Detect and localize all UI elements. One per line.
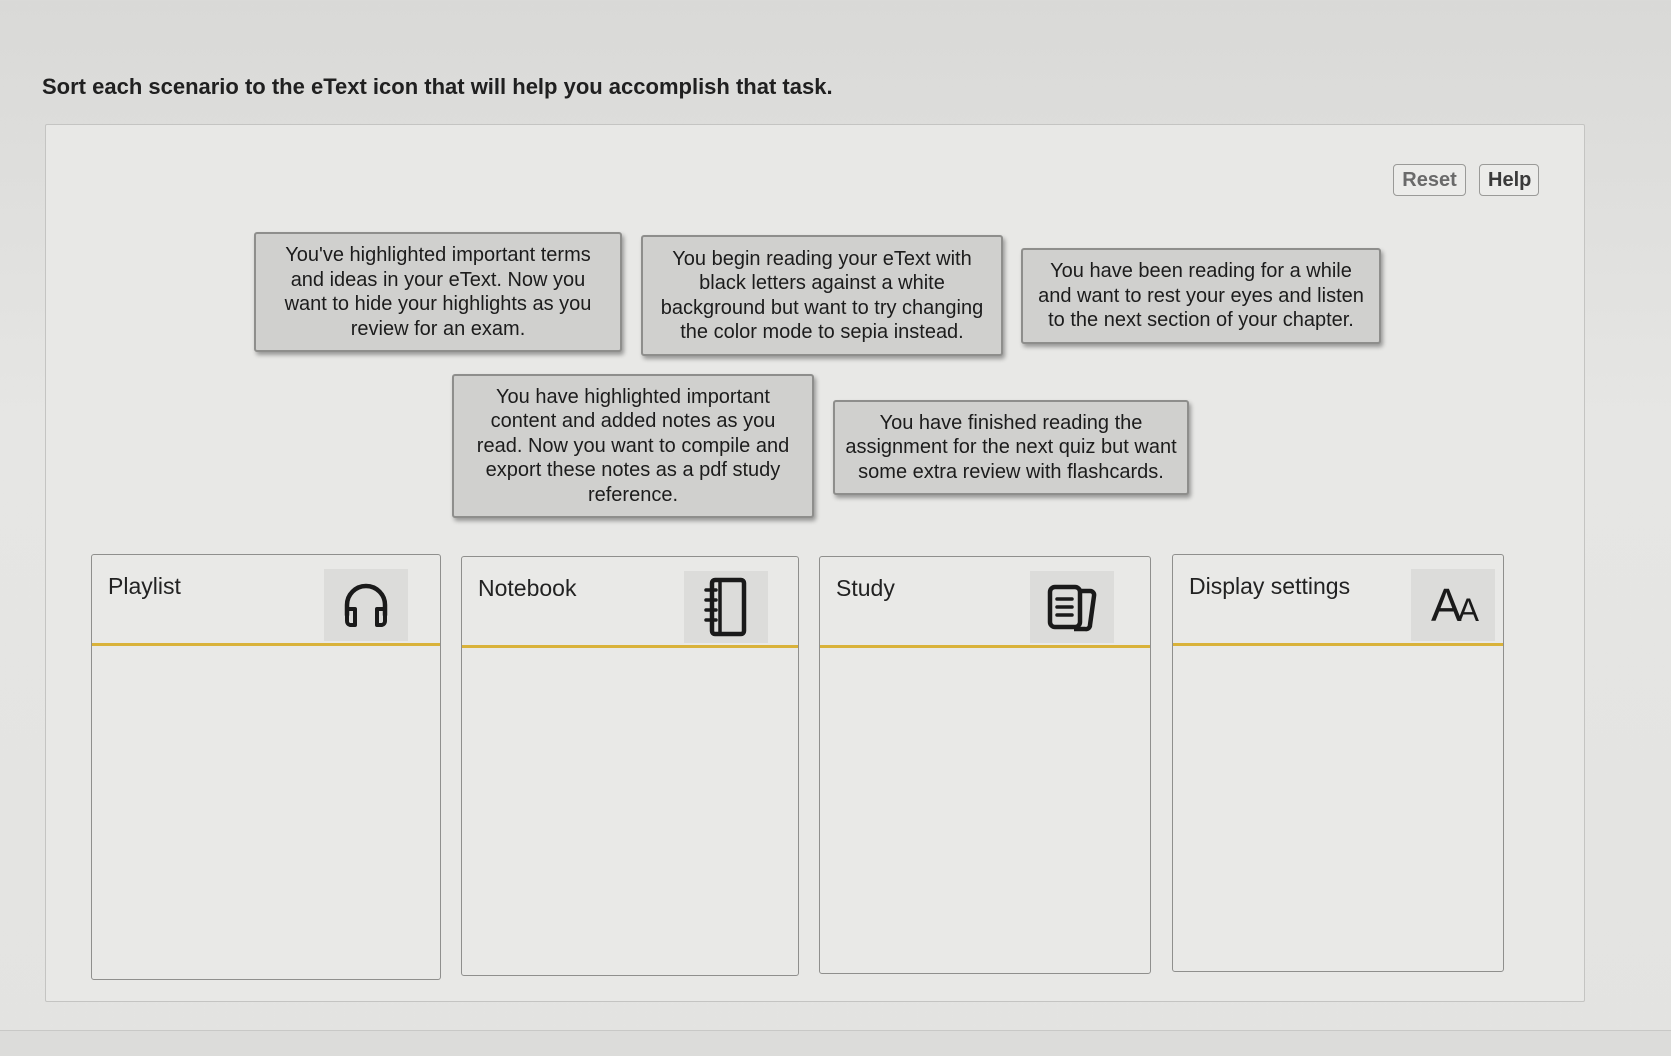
bin-study[interactable]: Study — [819, 556, 1151, 974]
scenario-card-listen[interactable]: You have been reading for a while and wa… — [1021, 248, 1381, 344]
bin-display-settings[interactable]: Display settings AA — [1172, 554, 1504, 972]
scenario-card-hide-highlights[interactable]: You've highlighted important terms and i… — [254, 232, 622, 352]
card-line: to the next section of your chapter. — [1048, 309, 1354, 332]
card-line: the color mode to sepia instead. — [680, 321, 964, 343]
card-line: You have highlighted important — [496, 385, 770, 408]
bin-label-study: Study — [836, 575, 895, 601]
card-line: read. Now you want to compile and — [476, 434, 790, 457]
instruction-text: Sort each scenario to the eText icon tha… — [42, 74, 833, 99]
card-line: You begin reading your eText with — [672, 247, 972, 270]
scenario-card-sepia-mode[interactable]: You begin reading your eText with black … — [641, 235, 1003, 356]
headphones-icon — [324, 569, 408, 641]
bin-drop-area-display-settings[interactable] — [1173, 646, 1503, 971]
card-text: You have been reading for a while and wa… — [1038, 259, 1364, 333]
bin-label-display-settings: Display settings — [1189, 573, 1351, 599]
card-text: You begin reading your eText with black … — [661, 247, 983, 345]
reset-button[interactable]: Reset — [1393, 164, 1466, 196]
glyph-large-a: A — [1430, 579, 1462, 631]
card-line: export these notes as a pdf study — [485, 459, 781, 482]
bin-notebook[interactable]: Notebook — [461, 556, 799, 976]
card-text: You have highlighted important content a… — [477, 385, 789, 508]
scenario-card-flashcards[interactable]: You have finished reading the assignment… — [833, 400, 1189, 495]
card-line: want to hide your highlights as you — [284, 293, 592, 315]
help-button[interactable]: Help — [1479, 164, 1539, 196]
bin-header: Study — [820, 557, 1150, 648]
text-size-glyph: AA — [1430, 579, 1479, 631]
card-line: some extra review with flashcards. — [858, 460, 1164, 483]
card-line: and want to rest your eyes and listen — [1038, 284, 1364, 307]
bin-label-playlist: Playlist — [108, 573, 181, 599]
card-line: and ideas in your eText. Now you — [290, 268, 586, 291]
card-line: You have been reading for a while — [1050, 260, 1352, 283]
bin-playlist[interactable]: Playlist — [91, 554, 441, 980]
bin-drop-area-notebook[interactable] — [462, 648, 798, 975]
card-line: assignment for the next quiz but want — [845, 436, 1177, 459]
card-line: You've highlighted important terms — [285, 244, 591, 266]
flashcards-icon — [1030, 571, 1114, 643]
bin-drop-area-study[interactable] — [820, 648, 1150, 973]
card-line: background but want to try changing — [660, 296, 984, 319]
bin-header: Display settings AA — [1173, 555, 1503, 646]
card-text: You have finished reading the assignment… — [845, 411, 1176, 485]
glyph-small-a: A — [1457, 592, 1479, 628]
bin-label-notebook: Notebook — [478, 575, 577, 601]
card-line: review for an exam. — [350, 317, 526, 340]
text-size-icon: AA — [1411, 569, 1495, 641]
bin-header: Notebook — [462, 557, 798, 648]
card-line: You have finished reading the — [879, 411, 1143, 434]
card-line: black letters against a white — [699, 272, 945, 294]
card-line: reference. — [587, 483, 679, 506]
card-text: You've highlighted important terms and i… — [285, 243, 592, 341]
notebook-icon — [684, 571, 768, 643]
bin-header: Playlist — [92, 555, 440, 646]
scenario-card-export-notes[interactable]: You have highlighted important content a… — [452, 374, 814, 518]
bin-drop-area-playlist[interactable] — [92, 646, 440, 979]
bottom-strip — [0, 1030, 1671, 1056]
card-line: content and added notes as you — [490, 410, 776, 433]
